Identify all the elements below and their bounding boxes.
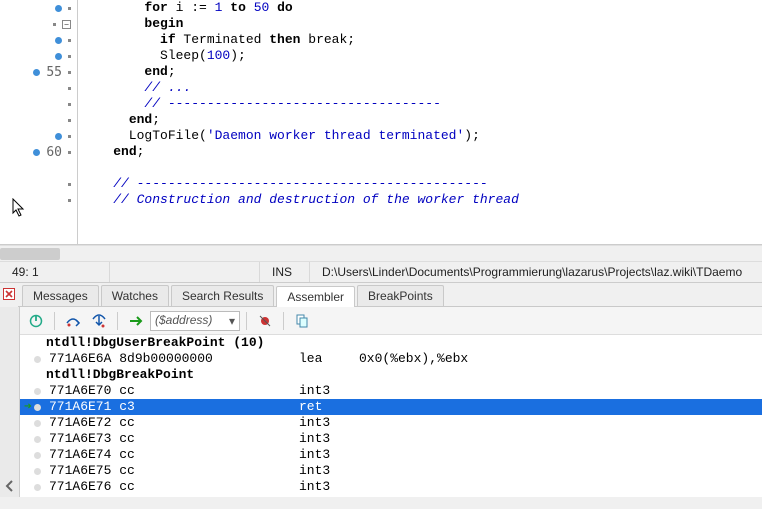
asm-instruction-row[interactable]: 771A6E75 ccint3 — [20, 463, 762, 479]
code-line[interactable]: // ----------------------------------- — [82, 96, 762, 112]
code-line[interactable]: end; — [82, 64, 762, 80]
change-marker-icon — [53, 23, 56, 26]
status-bar: 49: 1 INS D:\Users\Linder\Documents\Prog… — [0, 261, 762, 283]
gutter-row[interactable] — [0, 176, 77, 192]
breakpoint-dot-icon[interactable] — [33, 149, 40, 156]
assembler-toolbar: ($address) — [20, 307, 762, 335]
bottom-tabstrip: MessagesWatchesSearch ResultsAssemblerBr… — [18, 283, 762, 307]
tab-watches[interactable]: Watches — [101, 285, 169, 306]
asm-symbol-header[interactable]: ntdll!DbgUserBreakPoint (10) — [20, 335, 762, 351]
breakpoint-dot-icon[interactable] — [55, 133, 62, 140]
asm-row-marker-icon — [34, 388, 41, 395]
status-insert-mode: INS — [260, 262, 310, 282]
asm-row-marker-icon — [34, 484, 41, 491]
gutter-row[interactable]: − — [0, 16, 77, 32]
current-instruction-arrow-icon: ➔ — [24, 399, 34, 415]
asm-instruction-row[interactable]: 771A6E73 ccint3 — [20, 431, 762, 447]
asm-row-marker-icon — [34, 452, 41, 459]
change-marker-icon — [68, 71, 71, 74]
gutter-row[interactable]: 60 — [0, 144, 77, 160]
asm-row-marker-icon — [34, 468, 41, 475]
power-button[interactable] — [24, 310, 48, 332]
change-marker-icon — [68, 183, 71, 186]
tab-search-results[interactable]: Search Results — [171, 285, 274, 306]
change-marker-icon — [68, 151, 71, 154]
status-cursor-pos: 49: 1 — [0, 262, 110, 282]
breakpoint-dot-icon[interactable] — [33, 69, 40, 76]
collapse-left-icon[interactable] — [3, 479, 17, 493]
gutter-row[interactable] — [0, 48, 77, 64]
asm-row-marker-icon — [34, 404, 41, 411]
change-marker-icon — [68, 55, 71, 58]
code-line[interactable]: begin — [82, 16, 762, 32]
tab-breakpoints[interactable]: BreakPoints — [357, 285, 444, 306]
change-marker-icon — [68, 87, 71, 90]
change-marker-icon — [68, 119, 71, 122]
change-marker-icon — [68, 199, 71, 202]
line-number: 55 — [46, 65, 62, 80]
asm-instruction-row[interactable]: 771A6E76 ccint3 — [20, 479, 762, 495]
asm-instruction-row[interactable]: 771A6E6A 8d9b00000000lea0x0(%ebx),%ebx — [20, 351, 762, 367]
status-file-path: D:\Users\Linder\Documents\Programmierung… — [310, 262, 762, 282]
goto-current-button[interactable] — [124, 310, 148, 332]
gutter-row[interactable] — [0, 112, 77, 128]
code-line[interactable] — [82, 160, 762, 176]
asm-instruction-row[interactable]: 771A6E74 ccint3 — [20, 447, 762, 463]
change-marker-icon — [68, 103, 71, 106]
code-line[interactable]: if Terminated then break; — [82, 32, 762, 48]
editor-pane: − 55 60 for i := 1 to 50 do begin if Termi… — [0, 0, 762, 245]
code-line[interactable]: Sleep(100); — [82, 48, 762, 64]
editor-horizontal-scrollbar[interactable] — [0, 245, 762, 261]
tab-messages[interactable]: Messages — [22, 285, 99, 306]
breakpoint-dot-icon[interactable] — [55, 37, 62, 44]
code-line[interactable]: // Construction and destruction of the w… — [82, 192, 762, 208]
tab-assembler[interactable]: Assembler — [276, 286, 355, 307]
copy-button[interactable] — [290, 310, 314, 332]
address-combo[interactable]: ($address) — [150, 311, 240, 331]
code-line[interactable]: // ... — [82, 80, 762, 96]
gutter-row[interactable] — [0, 96, 77, 112]
gutter-row[interactable] — [0, 160, 77, 176]
asm-row-marker-icon — [34, 420, 41, 427]
gutter-row[interactable] — [0, 80, 77, 96]
panel-left-strip — [0, 307, 20, 497]
code-line[interactable]: LogToFile('Daemon worker thread terminat… — [82, 128, 762, 144]
step-over-button[interactable] — [61, 310, 85, 332]
code-line[interactable]: for i := 1 to 50 do — [82, 0, 762, 16]
line-number: 60 — [46, 145, 62, 160]
assembler-listing[interactable]: ntdll!DbgUserBreakPoint (10)771A6E6A 8d9… — [20, 335, 762, 497]
change-marker-icon — [68, 135, 71, 138]
status-modified — [110, 262, 260, 282]
change-marker-icon — [68, 39, 71, 42]
assembler-panel: ($address) ntdll!DbgUserBreakPoint (10)7… — [0, 307, 762, 497]
asm-row-marker-icon — [34, 356, 41, 363]
breakpoint-dot-icon[interactable] — [55, 53, 62, 60]
asm-symbol-header[interactable]: ntdll!DbgBreakPoint — [20, 367, 762, 383]
breakpoint-dot-icon[interactable] — [55, 5, 62, 12]
code-line[interactable]: // -------------------------------------… — [82, 176, 762, 192]
editor-gutter[interactable]: − 55 60 — [0, 0, 78, 244]
asm-instruction-row[interactable]: ➔771A6E71 c3ret — [20, 399, 762, 415]
fold-toggle-icon[interactable]: − — [62, 20, 71, 29]
asm-instruction-row[interactable]: 771A6E70 ccint3 — [20, 383, 762, 399]
asm-row-marker-icon — [34, 436, 41, 443]
gutter-row[interactable]: 55 — [0, 64, 77, 80]
change-marker-icon — [68, 7, 71, 10]
code-line[interactable]: end; — [82, 144, 762, 160]
toggle-breakpoint-button[interactable] — [253, 310, 277, 332]
gutter-row[interactable] — [0, 128, 77, 144]
code-line[interactable]: end; — [82, 112, 762, 128]
editor-code[interactable]: for i := 1 to 50 do begin if Terminated … — [78, 0, 762, 244]
gutter-row[interactable] — [0, 0, 77, 16]
close-panel-button[interactable] — [0, 283, 18, 305]
step-into-button[interactable] — [87, 310, 111, 332]
gutter-row[interactable] — [0, 32, 77, 48]
gutter-row[interactable] — [0, 192, 77, 208]
asm-instruction-row[interactable]: 771A6E72 ccint3 — [20, 415, 762, 431]
